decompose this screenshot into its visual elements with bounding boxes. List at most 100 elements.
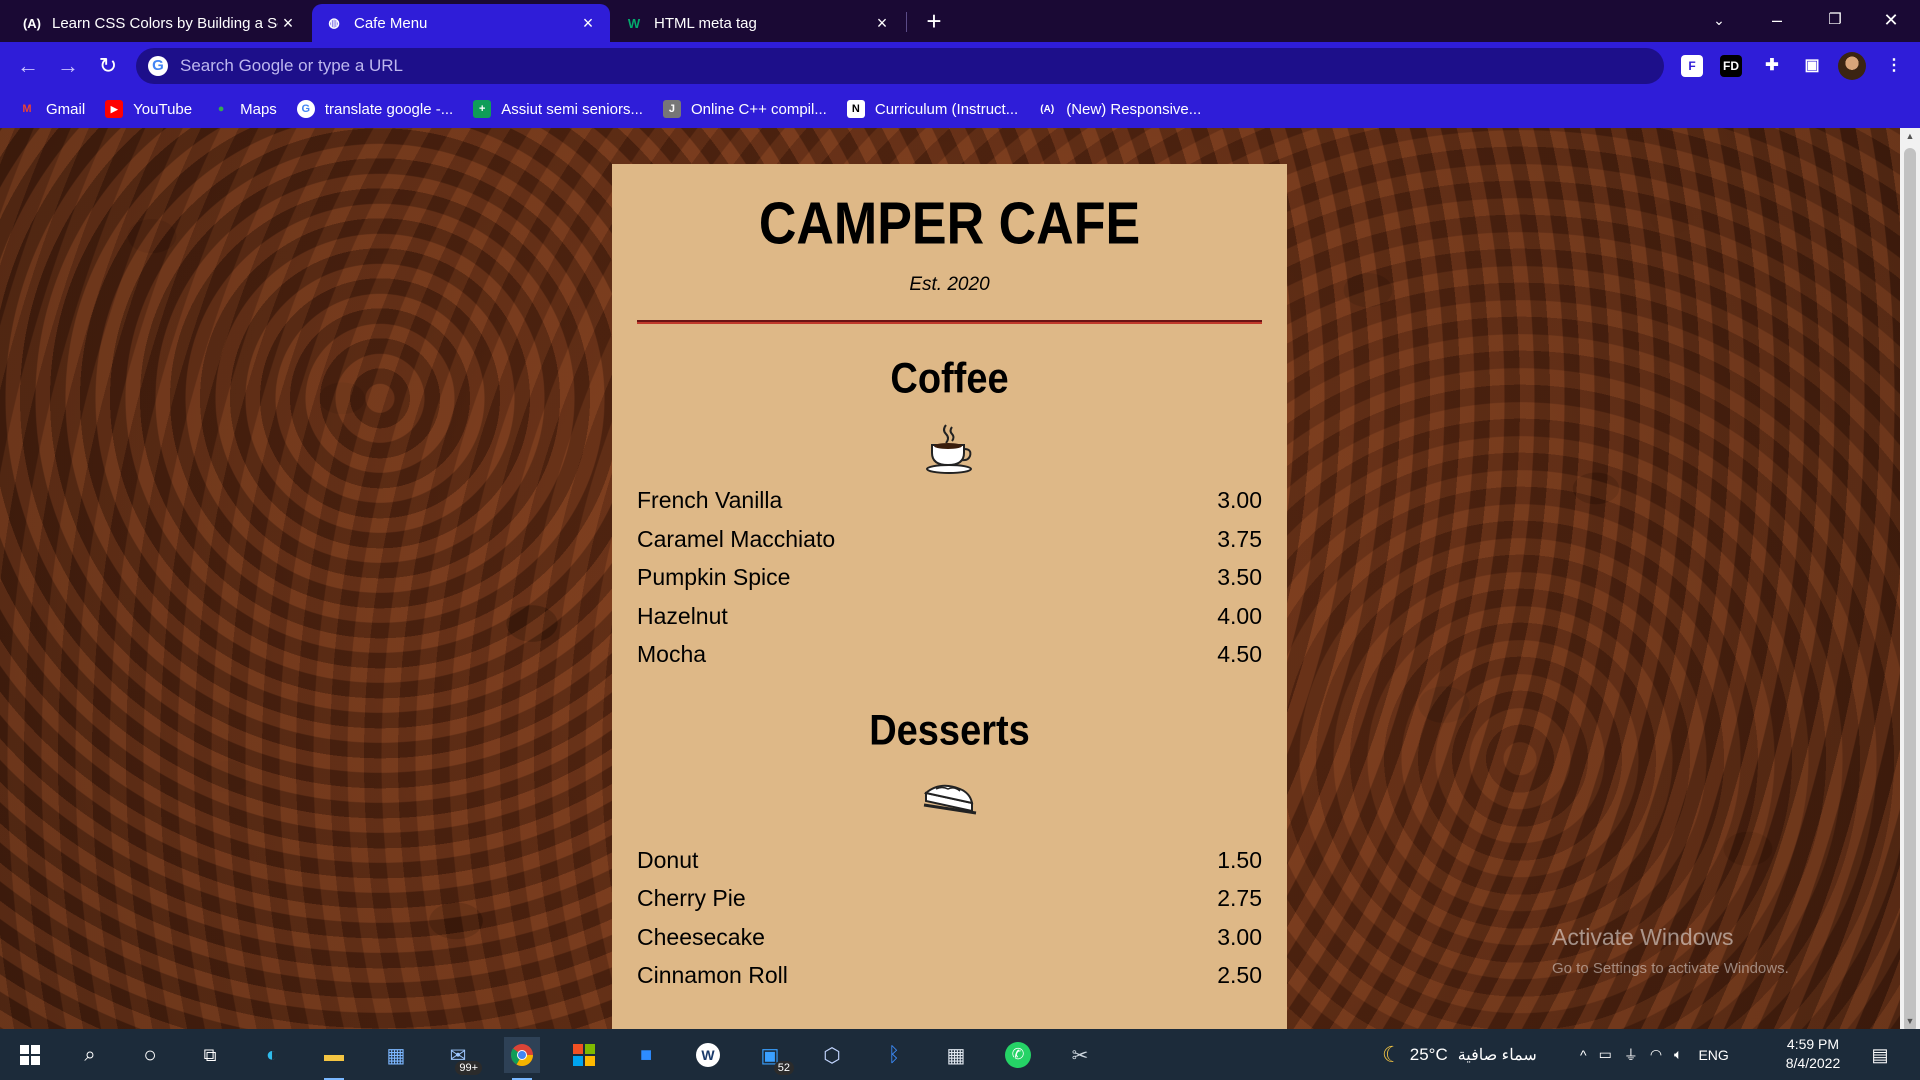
- notion-icon: N: [846, 100, 865, 118]
- fd-extension-icon[interactable]: FD: [1720, 55, 1742, 77]
- usb-icon[interactable]: ⏚: [1624, 1045, 1638, 1065]
- address-bar[interactable]: G: [136, 48, 1664, 84]
- clock[interactable]: 4:59 PM 8/4/2022: [1768, 1035, 1858, 1073]
- mail-icon[interactable]: ✉ 99+: [440, 1037, 482, 1075]
- bookmark-gmail[interactable]: M Gmail: [18, 100, 85, 118]
- weather-widget[interactable]: ☾ 25°C سماء صافية: [1382, 1029, 1537, 1080]
- language-indicator[interactable]: ENG: [1698, 1047, 1728, 1063]
- bookmark-responsive[interactable]: (A) (New) Responsive...: [1038, 100, 1201, 118]
- chevron-up-icon[interactable]: ^: [1580, 1047, 1587, 1063]
- chrome-icon[interactable]: [504, 1037, 540, 1080]
- tab-html-meta[interactable]: W HTML meta tag ×: [612, 4, 904, 42]
- tab-title: HTML meta tag: [654, 14, 757, 32]
- scroll-down-icon[interactable]: ▼: [1900, 1013, 1920, 1029]
- calculator-icon[interactable]: ▦: [938, 1037, 974, 1073]
- scroll-thumb[interactable]: [1904, 148, 1916, 1033]
- system-tray: ^ ▭ ⏚ ◠ 🔈︎ ENG: [1580, 1029, 1729, 1080]
- section-title-coffee: Coffee: [890, 355, 1009, 403]
- app-grid-icon[interactable]: [566, 1037, 602, 1073]
- google-icon: G: [148, 56, 168, 76]
- pie-slice-icon: [637, 779, 1262, 841]
- item-name: Caramel Macchiato: [637, 525, 836, 552]
- item-name: Cinnamon Roll: [637, 962, 788, 988]
- tab-search-icon[interactable]: ⌄: [1690, 0, 1748, 40]
- section-title-desserts: Desserts: [869, 706, 1030, 754]
- edge-icon[interactable]: ◐: [254, 1037, 290, 1073]
- close-icon[interactable]: ×: [578, 13, 598, 34]
- zoom-icon[interactable]: ■: [628, 1037, 664, 1073]
- close-icon[interactable]: ×: [278, 13, 298, 34]
- menu-kebab-icon[interactable]: ⋮: [1880, 52, 1908, 80]
- bookmarks-bar: M Gmail ▶ YouTube ● Maps Gtranslate google …: [0, 90, 1920, 128]
- item-price: 2.50: [1217, 962, 1262, 988]
- bookmark-label: Gmail: [46, 100, 86, 118]
- scrollbar[interactable]: ▲ ▼: [1900, 128, 1920, 1033]
- back-icon[interactable]: ←: [10, 48, 46, 84]
- item-name: Cheesecake: [637, 923, 765, 950]
- restore-icon[interactable]: ❐: [1806, 0, 1864, 40]
- coffee-cup-icon: [637, 421, 1262, 481]
- tab-cafe-menu[interactable]: ◍ Cafe Menu ×: [312, 4, 610, 42]
- search-icon[interactable]: ⌕: [72, 1037, 108, 1073]
- page-title: CAMPER CAFE: [758, 190, 1141, 258]
- omnibox-input[interactable]: [180, 56, 1664, 76]
- forward-icon[interactable]: →: [50, 48, 86, 84]
- item-price: 1.50: [1217, 846, 1262, 873]
- bookmark-curriculum[interactable]: N Curriculum (Instruct...: [846, 100, 1018, 118]
- bookmark-maps[interactable]: ● Maps: [212, 100, 277, 118]
- battery-icon[interactable]: ▭: [1599, 1046, 1612, 1063]
- task-view-icon[interactable]: ⧉: [192, 1037, 228, 1073]
- volume-icon[interactable]: 🔈︎: [1674, 1046, 1682, 1063]
- close-icon[interactable]: ×: [872, 13, 892, 34]
- menu-item: Mocha 4.50: [637, 635, 1262, 674]
- profile-avatar[interactable]: [1838, 52, 1866, 80]
- item-name: Donut: [637, 846, 699, 873]
- activation-watermark-subtitle: Go to Settings to activate Windows.: [1552, 960, 1789, 977]
- extensions-puzzle-icon[interactable]: ✚: [1758, 52, 1786, 80]
- minimize-icon[interactable]: –: [1748, 0, 1806, 40]
- bookmark-label: (New) Responsive...: [1066, 100, 1202, 118]
- file-explorer-icon[interactable]: ▬: [316, 1037, 352, 1080]
- scroll-up-icon[interactable]: ▲: [1900, 128, 1920, 144]
- menu-item: Cherry Pie 2.75: [637, 879, 1262, 918]
- item-name: Cherry Pie: [637, 885, 746, 911]
- snipping-tool-icon[interactable]: ✂: [1062, 1037, 1098, 1073]
- menu-item: Caramel Macchiato 3.75: [637, 520, 1262, 559]
- virtualbox-icon[interactable]: ⬡: [814, 1037, 850, 1073]
- globe-icon: ◍: [328, 15, 340, 30]
- tab-separator: [906, 12, 907, 32]
- bookmark-assiut[interactable]: + Assiut semi seniors...: [473, 100, 643, 118]
- menu-item: French Vanilla 3.00: [637, 481, 1262, 520]
- freecodecamp-icon: (A): [22, 15, 42, 31]
- bluetooth-icon[interactable]: ᛒ: [876, 1037, 912, 1073]
- wifi-icon[interactable]: ◠: [1650, 1046, 1662, 1063]
- bookmark-youtube[interactable]: ▶ YouTube: [105, 100, 192, 118]
- word-app-icon[interactable]: W: [690, 1037, 726, 1073]
- bookmark-cpp[interactable]: J Online C++ compil...: [662, 100, 827, 118]
- notification-center-icon[interactable]: ▤: [1862, 1037, 1898, 1073]
- maps-icon: ●: [217, 103, 225, 115]
- weather-description: سماء صافية: [1457, 1046, 1537, 1064]
- item-price: 3.50: [1217, 564, 1262, 590]
- cortana-icon[interactable]: ○: [132, 1037, 168, 1073]
- browser-toolbar: ← → ↻ G F FD ✚ ▣ ⋮: [0, 42, 1920, 90]
- microsoft-store-icon[interactable]: ▦: [378, 1037, 414, 1073]
- divider: [637, 320, 1262, 324]
- item-price: 3.00: [1217, 923, 1262, 950]
- freecodecamp-icon: (A): [1040, 103, 1055, 115]
- item-name: Mocha: [637, 641, 707, 667]
- windows-taskbar: ⌕ ○ ⧉ ◐ ▬ ▦ ✉ 99+ ■ W ▣ 52 ⬡ ᛒ ▦ ✆ ✂ ☾ 25°…: [0, 1029, 1920, 1080]
- bookmark-label: YouTube: [133, 100, 193, 118]
- whatsapp-icon[interactable]: ✆: [1000, 1037, 1036, 1073]
- windows-start-icon[interactable]: [12, 1037, 48, 1073]
- menu-item: Hazelnut 4.00: [637, 597, 1262, 636]
- bookmark-translate[interactable]: Gtranslate google -...: [296, 100, 453, 118]
- reload-icon[interactable]: ↻: [90, 48, 126, 84]
- outlook-icon[interactable]: ▣ 52: [752, 1037, 794, 1075]
- new-tab-button[interactable]: +: [918, 6, 950, 38]
- side-panel-icon[interactable]: ▣: [1798, 52, 1826, 80]
- store-badge: 52: [773, 1061, 794, 1075]
- tab-learn-css[interactable]: (A) Learn CSS Colors by Building a Se ×: [10, 4, 310, 42]
- window-close-icon[interactable]: ✕: [1862, 0, 1920, 40]
- facebook-extension-icon[interactable]: F: [1681, 55, 1703, 77]
